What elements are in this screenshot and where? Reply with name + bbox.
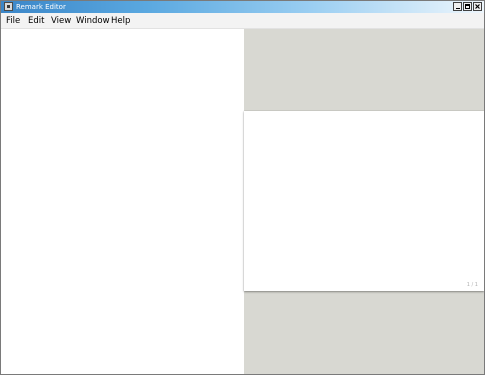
close-icon[interactable] bbox=[473, 2, 482, 11]
slide-number: 1 / 1 bbox=[466, 282, 478, 288]
minimize-icon[interactable] bbox=[453, 2, 462, 11]
app-window: Remark Editor File Edit View Window Help… bbox=[0, 0, 485, 375]
menu-bar: File Edit View Window Help bbox=[1, 13, 484, 29]
title-bar[interactable]: Remark Editor bbox=[1, 1, 484, 13]
menu-file[interactable]: File bbox=[6, 13, 20, 29]
menu-edit[interactable]: Edit bbox=[28, 13, 44, 29]
slide-page[interactable]: 1 / 1 bbox=[244, 111, 484, 291]
app-icon[interactable] bbox=[4, 2, 13, 11]
window-title: Remark Editor bbox=[16, 3, 66, 11]
slide-preview-area[interactable]: 1 / 1 bbox=[244, 29, 484, 374]
menu-window[interactable]: Window bbox=[76, 13, 110, 29]
menu-view[interactable]: View bbox=[51, 13, 71, 29]
maximize-icon[interactable] bbox=[463, 2, 472, 11]
menu-help[interactable]: Help bbox=[111, 13, 130, 29]
markdown-editor[interactable] bbox=[3, 29, 243, 374]
